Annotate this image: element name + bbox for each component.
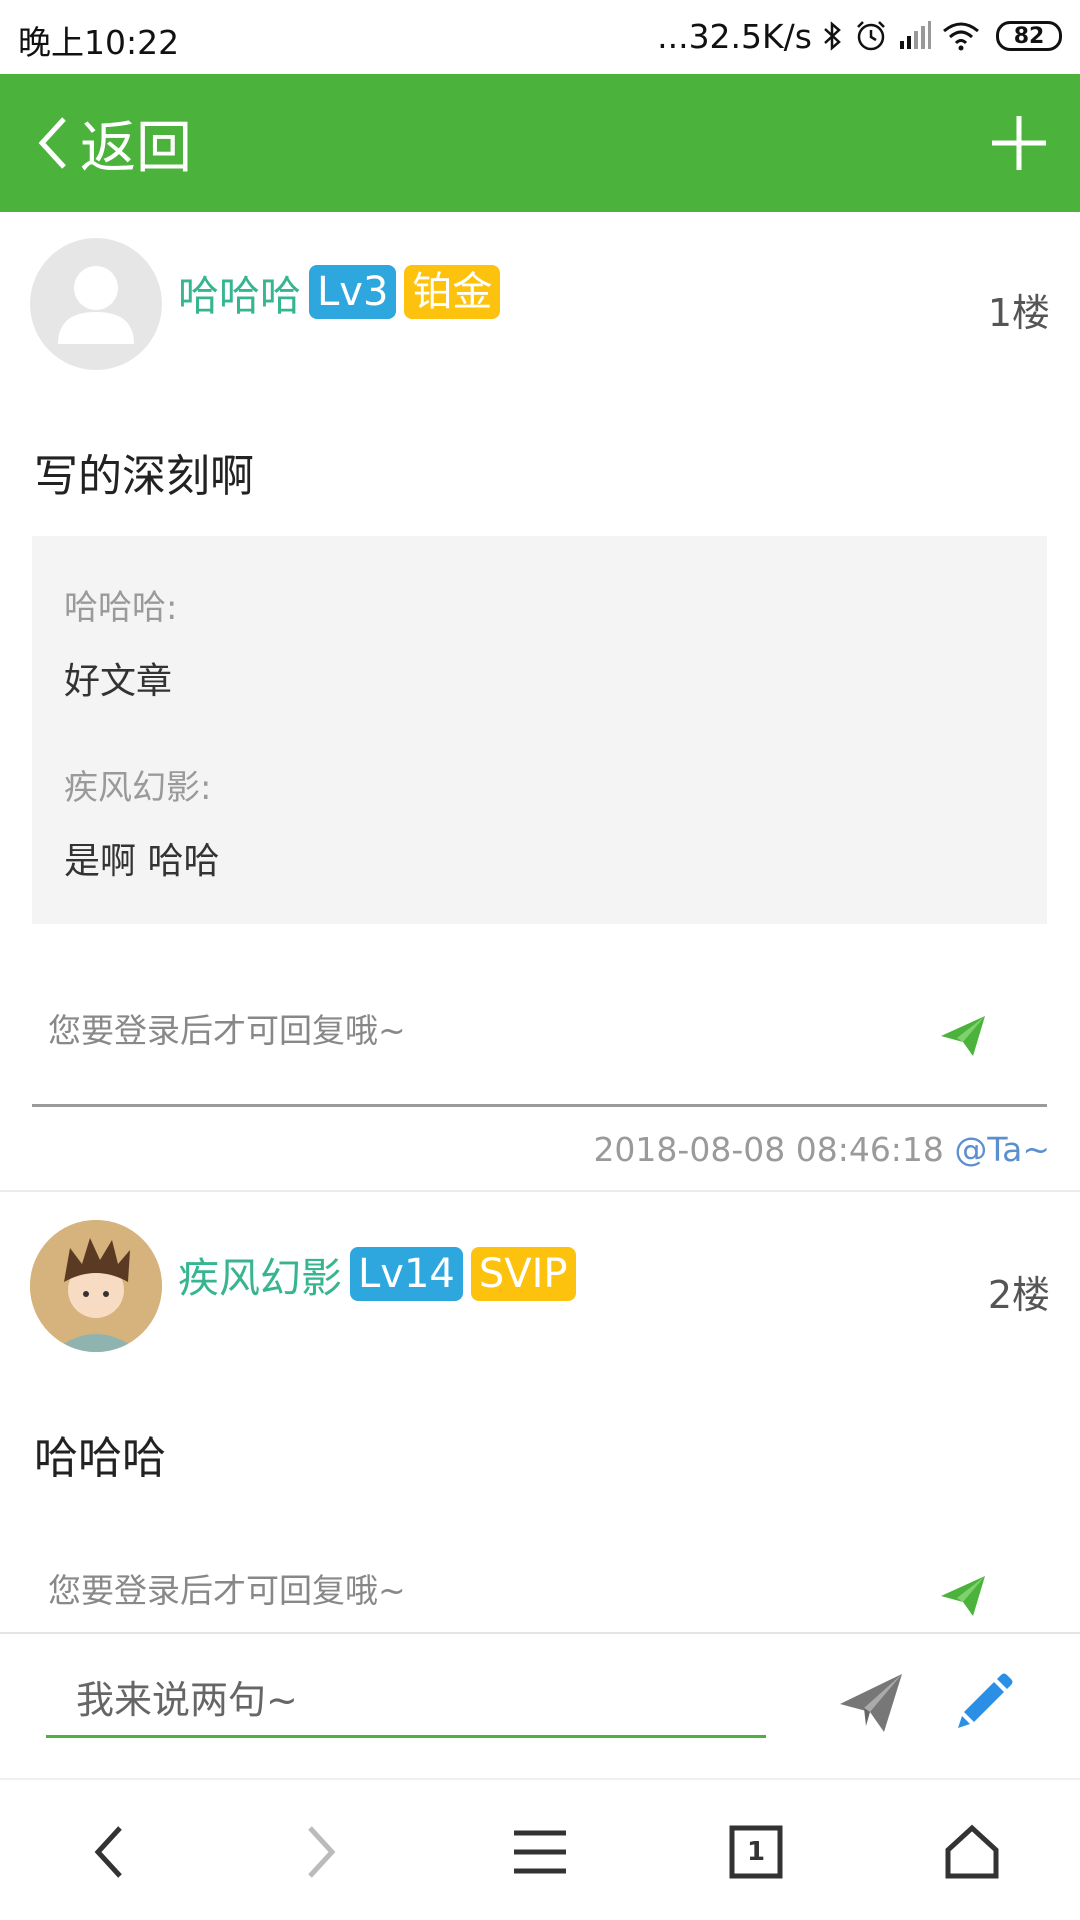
reply-text: 是啊 哈哈: [64, 841, 220, 882]
browser-tabs-button[interactable]: 1: [724, 1820, 788, 1884]
comment-text: 写的深刻啊: [34, 451, 254, 502]
comment-item: 疾风幻影 Lv14 SVIP 2楼 哈哈哈 您要登录后才可回复哦~: [0, 1192, 1080, 1632]
send-icon[interactable]: [838, 1670, 904, 1736]
reply-field[interactable]: 您要登录后才可回复哦~: [32, 1552, 1047, 1632]
send-icon[interactable]: [939, 1572, 987, 1620]
browser-forward-button[interactable]: [290, 1820, 354, 1884]
browser-back-button[interactable]: [76, 1820, 140, 1884]
reply-author: 疾风幻影:: [64, 768, 212, 808]
browser-nav-bar: 1: [0, 1778, 1080, 1920]
comment-item: 哈哈哈 Lv3 铂金 1楼 写的深刻啊 哈哈哈: 好文章 疾风幻影: 是啊 哈哈…: [0, 212, 1080, 1190]
timestamp: 2018-08-08 08:46:18: [593, 1130, 944, 1169]
floor-number: 1楼: [987, 291, 1050, 335]
pen-icon[interactable]: [954, 1670, 1016, 1732]
user-info: 疾风幻影 Lv14 SVIP: [178, 1244, 576, 1304]
username[interactable]: 疾风幻影: [178, 1244, 342, 1304]
app-header: 返回: [0, 74, 1080, 212]
reply-placeholder: 您要登录后才可回复哦~: [48, 1011, 406, 1050]
comment-input-bar: [0, 1632, 1080, 1778]
wifi-icon: [943, 22, 979, 51]
browser-home-button[interactable]: [940, 1820, 1004, 1884]
network-speed: ...32.5K/s: [657, 16, 812, 56]
reply-underline: [32, 1104, 1047, 1107]
comment-text: 哈哈哈: [34, 1433, 166, 1484]
username[interactable]: 哈哈哈: [178, 262, 301, 322]
comment-meta: 2018-08-08 08:46:18 @Ta~: [593, 1130, 1050, 1169]
home-icon: [945, 1824, 999, 1879]
alarm-icon: [857, 21, 885, 51]
reply-text: 好文章: [64, 661, 173, 702]
user-avatar-icon: [30, 1220, 162, 1352]
chevron-left-icon: [38, 117, 66, 169]
bluetooth-icon: [824, 21, 841, 51]
menu-icon: [514, 1830, 566, 1874]
send-icon[interactable]: [939, 1012, 987, 1060]
reply-author: 哈哈哈:: [64, 588, 178, 628]
comment-input[interactable]: [46, 1664, 766, 1738]
rank-badge: SVIP: [470, 1247, 576, 1301]
comment-list: 哈哈哈 Lv3 铂金 1楼 写的深刻啊 哈哈哈: 好文章 疾风幻影: 是啊 哈哈…: [0, 212, 1080, 1632]
default-avatar-icon: [58, 266, 134, 344]
level-badge: Lv14: [350, 1247, 463, 1301]
rank-badge: 铂金: [404, 265, 501, 319]
battery-indicator: 82: [996, 21, 1062, 51]
reply-placeholder: 您要登录后才可回复哦~: [48, 1571, 406, 1610]
avatar: [30, 1220, 162, 1352]
chevron-right-icon: [308, 1826, 336, 1878]
at-user-link[interactable]: @Ta~: [954, 1130, 1050, 1169]
avatar: [30, 238, 162, 370]
floor-number: 2楼: [987, 1273, 1050, 1317]
back-button[interactable]: 返回: [36, 104, 192, 182]
reply-field[interactable]: 您要登录后才可回复哦~: [32, 992, 1047, 1072]
status-bar: 晚上10:22 ...32.5K/s 82: [0, 0, 1080, 74]
chevron-left-icon: [94, 1826, 122, 1878]
status-indicators: ...32.5K/s 82: [657, 14, 1062, 58]
tab-count: 1: [746, 1837, 766, 1867]
back-label: 返回: [80, 115, 192, 181]
reply-list: 哈哈哈: 好文章 疾风幻影: 是啊 哈哈: [32, 536, 1047, 924]
plus-icon[interactable]: [988, 112, 1050, 174]
signal-icon: [900, 21, 931, 49]
browser-menu-button[interactable]: [508, 1820, 572, 1884]
status-time: 晚上10:22: [18, 23, 180, 62]
level-badge: Lv3: [309, 265, 397, 319]
user-info: 哈哈哈 Lv3 铂金: [178, 262, 501, 322]
